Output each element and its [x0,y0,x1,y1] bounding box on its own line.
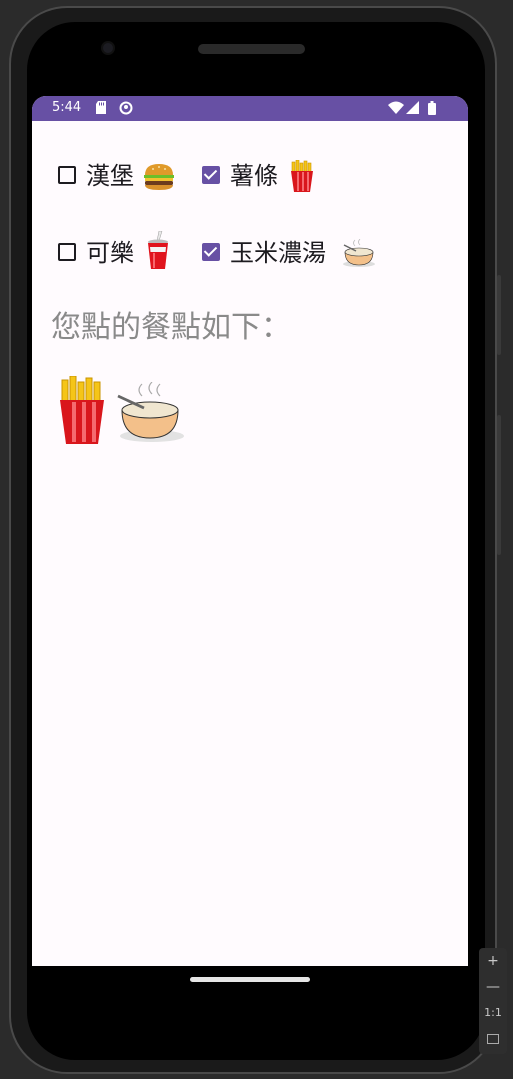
ordered-fries-icon [60,376,104,444]
status-bar: 5:44 [32,96,468,121]
power-button[interactable] [497,275,501,355]
burger-checkbox[interactable] [58,166,76,184]
wifi-icon [388,101,404,114]
home-gesture-bar[interactable] [190,977,310,982]
soup-checkbox[interactable] [202,243,220,261]
signal-icon [406,101,419,114]
sd-card-icon [96,101,106,114]
status-time: 5:44 [52,100,82,115]
volume-button[interactable] [497,415,501,555]
cola-checkbox[interactable] [58,243,76,261]
battery-icon [428,101,436,115]
zoom-reset-button[interactable]: 1:1 [479,1000,507,1026]
app-screen: 5:44 漢堡 薯條 可樂 玉米濃湯 您點的餐點如下： [32,96,468,966]
burger-icon [144,164,174,190]
burger-label[interactable]: 漢堡 [86,161,134,191]
cola-label[interactable]: 可樂 [86,238,134,268]
cola-icon [148,231,168,269]
sync-icon [119,101,133,115]
emulator-zoom-controls: + — 1:1 [479,948,507,1054]
zoom-fit-icon[interactable] [479,1026,507,1052]
soup-label[interactable]: 玉米濃湯 [230,238,326,268]
fries-checkbox[interactable] [202,166,220,184]
earpiece-speaker [198,44,305,54]
zoom-in-button[interactable]: + [479,948,507,974]
option-row-2: 可樂 玉米濃湯 [32,231,468,275]
soup-icon [343,239,375,267]
front-camera [101,41,115,55]
fries-icon [291,160,313,192]
fries-label[interactable]: 薯條 [230,161,278,191]
order-summary-heading: 您點的餐點如下： [51,310,291,345]
ordered-soup-icon [117,382,184,442]
option-row-1: 漢堡 薯條 [32,158,468,198]
zoom-out-button[interactable]: — [479,974,507,1000]
